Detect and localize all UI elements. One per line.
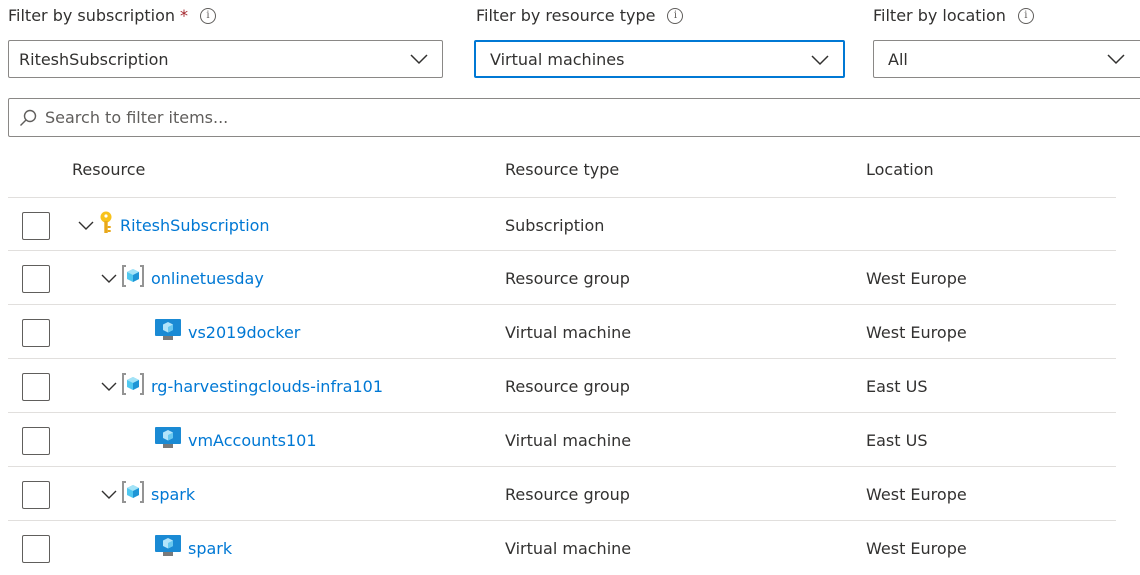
filter-resource-type-label: Filter by resource type i — [476, 6, 684, 25]
required-marker: * — [180, 6, 189, 25]
resource-type-cell: Virtual machine — [505, 539, 632, 558]
search-icon — [19, 109, 37, 127]
chevron-down-icon — [410, 51, 428, 70]
virtual-machine-icon — [154, 318, 182, 346]
resource-cell: spark — [101, 467, 195, 521]
subscription-dropdown-value: RiteshSubscription — [19, 49, 169, 69]
search-placeholder: Search to filter items... — [45, 108, 229, 127]
table-row[interactable]: spark Virtual machine West Europe — [8, 521, 1116, 575]
resource-link[interactable]: rg-harvestingclouds-infra101 — [151, 377, 383, 396]
subscription-dropdown[interactable]: RiteshSubscription — [8, 40, 443, 78]
table-row[interactable]: rg-harvestingclouds-infra101 Resource gr… — [8, 359, 1116, 413]
location-cell: East US — [866, 377, 928, 396]
resource-group-icon — [121, 265, 145, 291]
resource-link[interactable]: vs2019docker — [188, 323, 300, 342]
row-checkbox[interactable] — [22, 319, 50, 347]
info-icon[interactable]: i — [1017, 7, 1034, 24]
column-header-location[interactable]: Location — [866, 160, 934, 179]
location-dropdown[interactable]: All — [873, 40, 1140, 78]
location-cell: East US — [866, 431, 928, 450]
row-checkbox[interactable] — [22, 427, 50, 455]
chevron-down-icon[interactable] — [78, 219, 94, 231]
resource-cell: rg-harvestingclouds-infra101 — [101, 359, 383, 413]
resource-type-cell: Subscription — [505, 216, 605, 235]
table-row[interactable]: vs2019docker Virtual machine West Europe — [8, 305, 1116, 359]
info-icon[interactable]: i — [200, 7, 217, 24]
filter-resource-type-label-text: Filter by resource type — [476, 6, 656, 25]
resource-group-icon — [121, 373, 145, 399]
resource-cell: spark — [154, 521, 232, 575]
resource-type-cell: Resource group — [505, 485, 630, 504]
search-input[interactable]: Search to filter items... — [8, 98, 1140, 137]
resource-link[interactable]: onlinetuesday — [151, 269, 264, 288]
resource-type-cell: Virtual machine — [505, 431, 632, 450]
resource-type-cell: Resource group — [505, 269, 630, 288]
resource-cell: vmAccounts101 — [154, 413, 317, 467]
info-icon[interactable]: i — [667, 7, 684, 24]
resource-type-dropdown[interactable]: Virtual machines — [474, 40, 845, 78]
table-row[interactable]: onlinetuesday Resource group West Europe — [8, 251, 1116, 305]
row-checkbox[interactable] — [22, 212, 50, 240]
resource-cell: RiteshSubscription — [78, 198, 270, 252]
filter-subscription-label: Filter by subscription * i — [8, 6, 217, 25]
location-cell: West Europe — [866, 539, 967, 558]
filter-subscription-label-text: Filter by subscription — [8, 6, 176, 25]
table-row[interactable]: RiteshSubscription Subscription — [8, 197, 1116, 251]
location-cell: West Europe — [866, 323, 967, 342]
chevron-down-icon[interactable] — [101, 272, 117, 284]
location-cell: West Europe — [866, 485, 967, 504]
key-icon — [98, 211, 114, 239]
resource-type-cell: Resource group — [505, 377, 630, 396]
chevron-down-icon — [811, 52, 829, 71]
resource-cell: vs2019docker — [154, 305, 300, 359]
column-header-resource-type[interactable]: Resource type — [505, 160, 619, 179]
resource-link[interactable]: spark — [151, 485, 195, 504]
resource-cell: onlinetuesday — [101, 251, 264, 305]
filter-location-label-text: Filter by location — [873, 6, 1006, 25]
resource-type-dropdown-value: Virtual machines — [490, 49, 625, 69]
chevron-down-icon — [1107, 51, 1125, 70]
chevron-down-icon[interactable] — [101, 380, 117, 392]
column-header-resource[interactable]: Resource — [72, 160, 145, 179]
table-row[interactable]: vmAccounts101 Virtual machine East US — [8, 413, 1116, 467]
location-cell: West Europe — [866, 269, 967, 288]
resource-link[interactable]: spark — [188, 539, 232, 558]
virtual-machine-icon — [154, 426, 182, 454]
resource-link[interactable]: RiteshSubscription — [120, 216, 270, 235]
chevron-down-icon[interactable] — [101, 488, 117, 500]
location-dropdown-value: All — [888, 49, 908, 69]
row-checkbox[interactable] — [22, 265, 50, 293]
filter-location-label: Filter by location i — [873, 6, 1034, 25]
row-checkbox[interactable] — [22, 481, 50, 509]
resource-link[interactable]: vmAccounts101 — [188, 431, 317, 450]
resource-group-icon — [121, 481, 145, 507]
virtual-machine-icon — [154, 534, 182, 562]
resource-type-cell: Virtual machine — [505, 323, 632, 342]
table-header: Resource Resource type Location — [8, 150, 1140, 192]
table-row[interactable]: spark Resource group West Europe — [8, 467, 1116, 521]
row-checkbox[interactable] — [22, 373, 50, 401]
row-checkbox[interactable] — [22, 535, 50, 563]
